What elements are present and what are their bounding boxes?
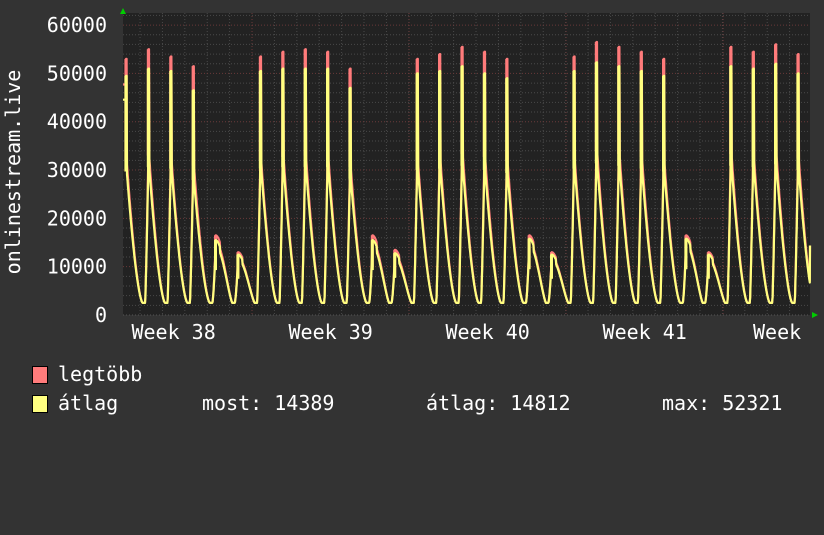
legend-item-avg: átlag most: 14389 átlag: 14812 max: 5232… — [32, 391, 792, 415]
x-tick-label: Week 41 — [603, 320, 687, 344]
y-axis: 0 10000 20000 30000 40000 50000 60000 — [47, 13, 107, 327]
stat-max: max: 52321 — [662, 391, 783, 415]
y-tick-label: 60000 — [47, 13, 107, 37]
y-tick-label: 20000 — [47, 206, 107, 230]
legend-swatch-avg — [32, 395, 48, 413]
y-axis-arrow-icon — [120, 8, 126, 14]
legend-item-max: legtöbb — [32, 362, 792, 386]
x-axis-arrow-icon — [812, 312, 818, 318]
y-axis-label: onlinestream.live — [1, 70, 25, 275]
legend-swatch-max — [32, 366, 48, 384]
x-tick-label: Week 38 — [131, 320, 215, 344]
stat-current: most: 14389 — [202, 391, 335, 415]
y-tick-label: 10000 — [47, 255, 107, 279]
y-tick-label: 50000 — [47, 61, 107, 85]
stat-average: átlag: 14812 — [426, 391, 571, 415]
y-tick-label: 40000 — [47, 110, 107, 134]
x-tick-label: Week — [753, 320, 801, 344]
x-tick-label: Week 40 — [446, 320, 530, 344]
y-tick-label: 30000 — [47, 158, 107, 182]
x-axis: Week 38 Week 39 Week 40 Week 41 Week — [131, 320, 801, 344]
x-tick-label: Week 39 — [288, 320, 372, 344]
y-tick-label: 0 — [95, 303, 107, 327]
legend-label-max: legtöbb — [58, 362, 143, 386]
legend-label-avg: átlag — [58, 391, 119, 415]
